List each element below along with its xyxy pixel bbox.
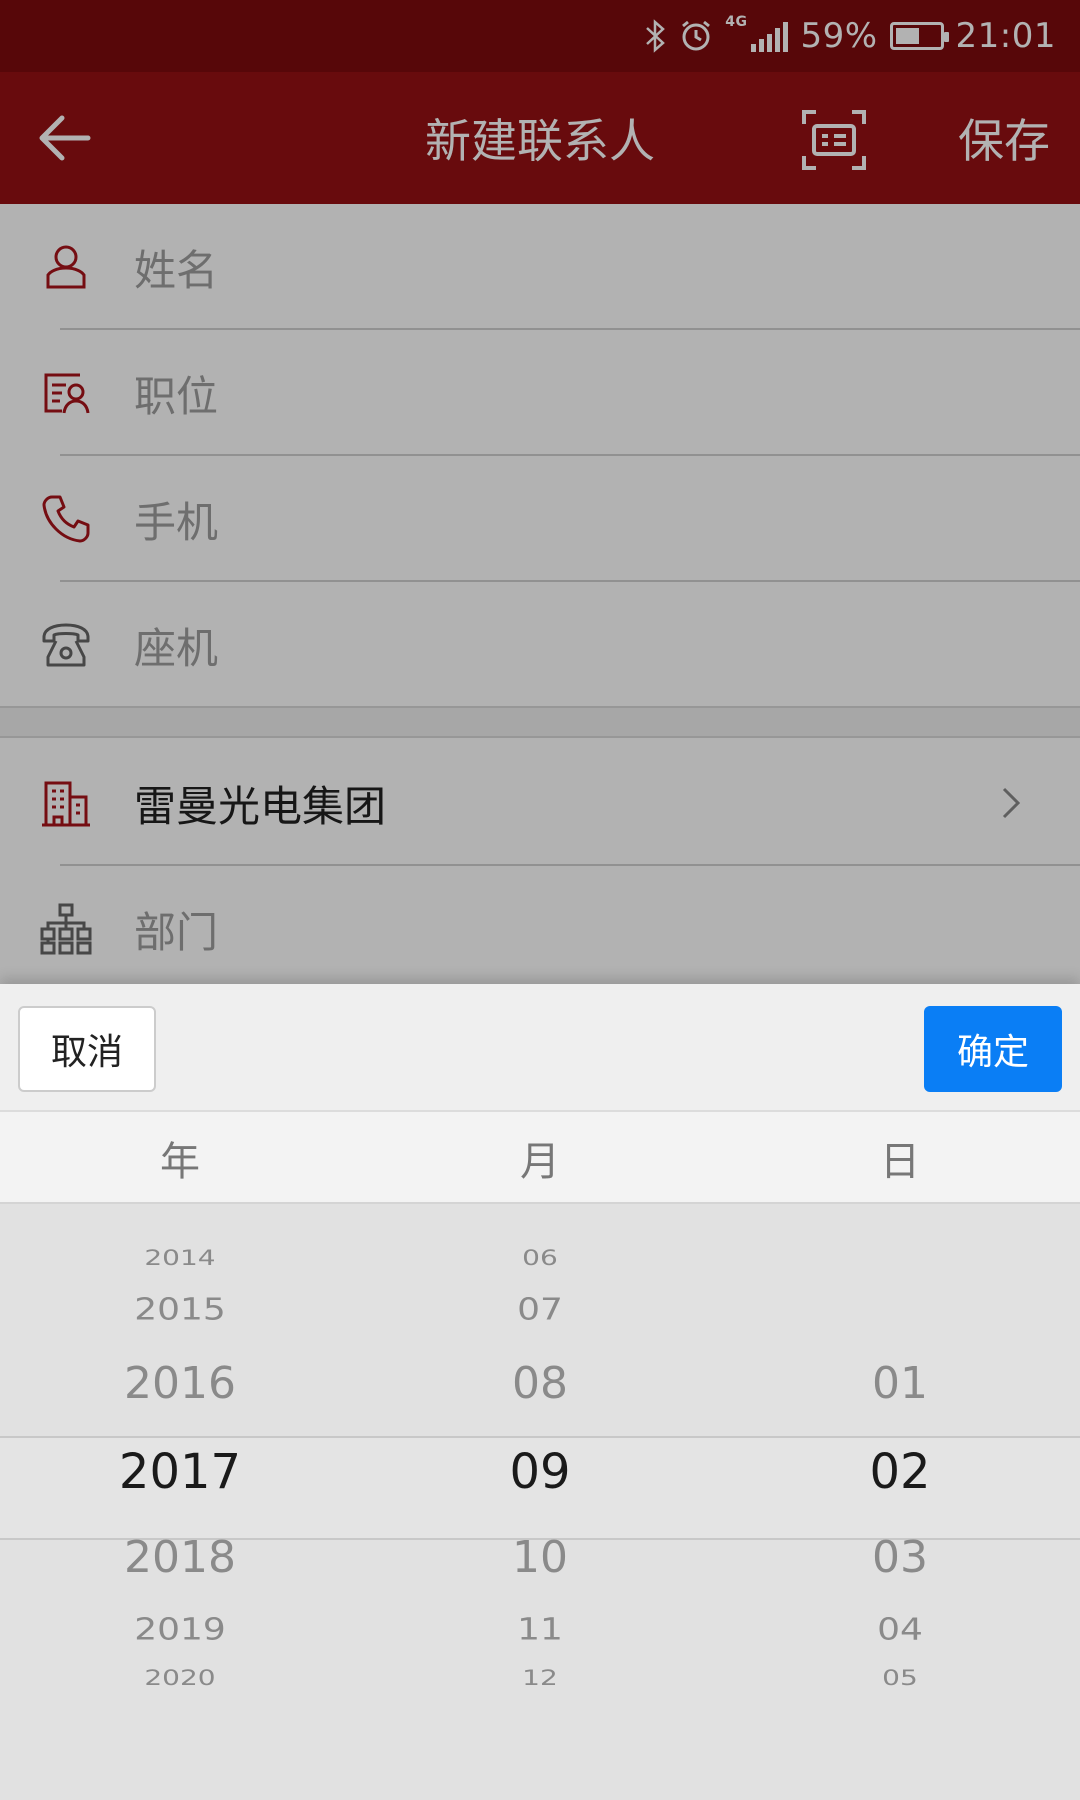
month-option[interactable]: 12 [360, 1660, 720, 1696]
date-picker-sheet: 取消 确定 年 月 日 2014 2015 2016 2017 2018 2019 2020… [0, 984, 1080, 1800]
year-option[interactable]: 2014 [0, 1240, 360, 1276]
picker-toolbar: 取消 确定 [0, 984, 1080, 1112]
picker-wheels: 2014 2015 2016 2017 2018 2019 2020 06 07 08 09 10 1… [0, 1204, 1080, 1800]
day-header: 日 [880, 1139, 920, 1185]
year-option[interactable]: 2020 [0, 1660, 360, 1696]
picker-column-headers: 年 月 日 [0, 1112, 1080, 1204]
modal-overlay[interactable] [0, 0, 1080, 985]
day-option[interactable]: 03 [720, 1526, 1080, 1590]
cancel-button[interactable]: 取消 [18, 1006, 156, 1092]
day-option[interactable]: 04 [720, 1606, 1080, 1654]
year-option[interactable]: 2016 [0, 1352, 360, 1416]
year-wheel[interactable]: 2014 2015 2016 2017 2018 2019 2020 [0, 1204, 360, 1800]
year-option[interactable]: 2018 [0, 1526, 360, 1590]
month-option[interactable]: 06 [360, 1240, 720, 1276]
year-option[interactable]: 2019 [0, 1606, 360, 1654]
day-option[interactable]: 01 [720, 1352, 1080, 1416]
month-option[interactable]: 11 [360, 1606, 720, 1654]
month-header: 月 [520, 1139, 560, 1185]
day-option[interactable]: 05 [720, 1660, 1080, 1696]
year-option[interactable]: 2017 [0, 1438, 360, 1506]
month-option[interactable]: 08 [360, 1352, 720, 1416]
day-option[interactable]: 02 [720, 1438, 1080, 1506]
confirm-button[interactable]: 确定 [924, 1006, 1062, 1092]
year-header: 年 [160, 1139, 200, 1185]
month-option[interactable]: 07 [360, 1286, 720, 1334]
month-option[interactable]: 09 [360, 1438, 720, 1506]
month-option[interactable]: 10 [360, 1526, 720, 1590]
year-option[interactable]: 2015 [0, 1286, 360, 1334]
day-wheel[interactable]: 01 02 03 04 05 [720, 1204, 1080, 1800]
month-wheel[interactable]: 06 07 08 09 10 11 12 [360, 1204, 720, 1800]
